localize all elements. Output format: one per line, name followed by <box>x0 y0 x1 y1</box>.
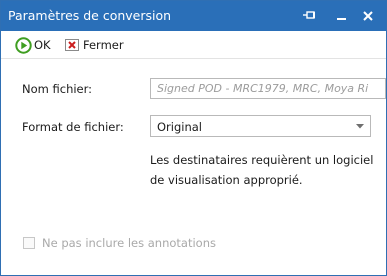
viewer-hint-text: Les destinataires requièrent un logiciel… <box>150 150 375 190</box>
exclude-annotations-label: Ne pas inclure les annotations <box>42 236 216 250</box>
close-icon[interactable] <box>357 6 379 26</box>
viewer-hint-line-2: de visualisation approprié. <box>150 173 303 187</box>
chevron-down-icon[interactable] <box>350 116 370 136</box>
ok-button[interactable]: OK <box>15 35 51 55</box>
dialog-title: Paramètres de conversion <box>8 8 172 23</box>
minimize-icon[interactable] <box>331 6 353 26</box>
conversion-settings-dialog: Paramètres de conversion OK Fermer Nom f… <box>0 0 387 276</box>
ok-button-label: OK <box>34 38 51 52</box>
close-dialog-button[interactable]: Fermer <box>64 35 124 55</box>
toolbar: OK Fermer <box>1 32 386 59</box>
file-format-value: Original <box>157 120 203 134</box>
title-bar[interactable]: Paramètres de conversion <box>1 1 386 31</box>
file-format-label: Format de fichier: <box>22 120 124 134</box>
pin-icon[interactable] <box>299 6 321 26</box>
play-circle-icon <box>15 36 32 54</box>
file-name-input[interactable]: Signed POD - MRC1979, MRC, Moya Ri <box>150 78 386 99</box>
viewer-hint-line-1: Les destinataires requièrent un logiciel <box>150 153 374 167</box>
file-name-label: Nom fichier: <box>22 82 93 96</box>
file-format-select[interactable]: Original <box>150 115 371 137</box>
exclude-annotations-option[interactable]: Ne pas inclure les annotations <box>23 236 216 250</box>
exclude-annotations-checkbox[interactable] <box>23 237 35 249</box>
close-x-icon <box>65 38 79 51</box>
close-dialog-button-label: Fermer <box>83 38 124 52</box>
